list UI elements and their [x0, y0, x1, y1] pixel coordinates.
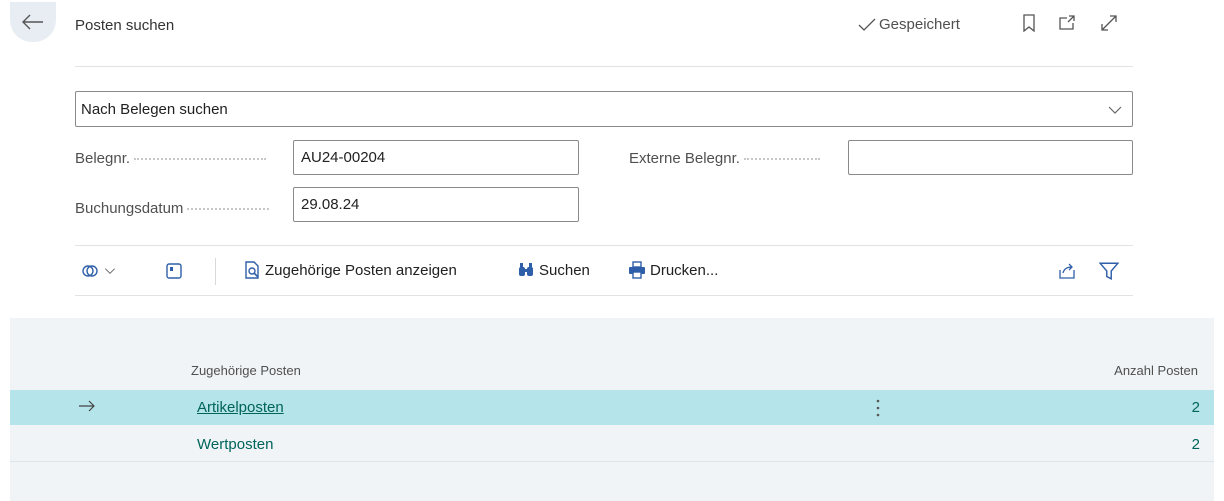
binoculars-icon [519, 263, 533, 276]
share-button[interactable] [1058, 262, 1076, 280]
saved-status: Gespeichert [858, 16, 960, 33]
search-button[interactable]: Suchen [517, 261, 590, 279]
entry-name-link[interactable]: Wertposten [197, 436, 273, 453]
search-mode-select[interactable]: Nach Belegen suchen [75, 91, 1133, 127]
show-related-entries-button[interactable]: Zugehörige Posten anzeigen [243, 261, 457, 279]
open-new-window-icon[interactable] [1056, 12, 1078, 34]
external-document-no-label: Externe Belegnr. [629, 150, 820, 167]
table-row[interactable]: Wertposten 2 [10, 427, 1214, 462]
expand-icon[interactable] [1098, 12, 1120, 34]
document-no-field[interactable]: AU24-00204 [293, 140, 579, 175]
action-toolbar: Zugehörige Posten anzeigen Suchen Drucke… [75, 246, 1133, 296]
row-indicator-arrow-icon [79, 400, 95, 412]
entry-count: 2 [1191, 399, 1200, 416]
filter-button[interactable] [1099, 261, 1119, 281]
column-header-related-entries[interactable]: Zugehörige Posten [191, 363, 301, 378]
share-icon [1059, 263, 1075, 279]
back-arrow-icon [22, 14, 43, 30]
view-options-icon [82, 265, 98, 277]
more-options-icon[interactable] [872, 397, 884, 419]
toolbar-bottom-divider [75, 295, 1133, 296]
layout-icon [166, 263, 182, 279]
column-header-entry-count[interactable]: Anzahl Posten [1114, 363, 1198, 378]
entry-count: 2 [1191, 436, 1200, 453]
filter-icon [1099, 262, 1119, 280]
chevron-down-icon [1108, 106, 1122, 114]
document-search-icon [245, 261, 259, 279]
layout-button[interactable] [165, 262, 183, 280]
posting-date-label: Buchungsdatum [75, 200, 270, 217]
bookmark-icon[interactable] [1018, 12, 1040, 34]
entry-name-link[interactable]: Artikelposten [197, 399, 284, 416]
view-options-button[interactable] [81, 262, 117, 280]
toolbar-separator [215, 258, 216, 285]
saved-label: Gespeichert [879, 16, 960, 33]
header-divider [75, 66, 1133, 67]
external-document-no-field[interactable] [848, 140, 1133, 175]
search-mode-value: Nach Belegen suchen [81, 100, 228, 118]
document-no-label: Belegnr. [75, 150, 267, 167]
table-row[interactable]: Artikelposten 2 [10, 390, 1214, 425]
back-button[interactable] [10, 2, 56, 42]
checkmark-icon [858, 18, 876, 31]
printer-icon [629, 261, 645, 279]
posting-date-field[interactable]: 29.08.24 [293, 187, 579, 222]
chevron-down-icon [105, 268, 115, 274]
page-title: Posten suchen [75, 17, 175, 34]
print-button[interactable]: Drucken... [628, 261, 718, 279]
